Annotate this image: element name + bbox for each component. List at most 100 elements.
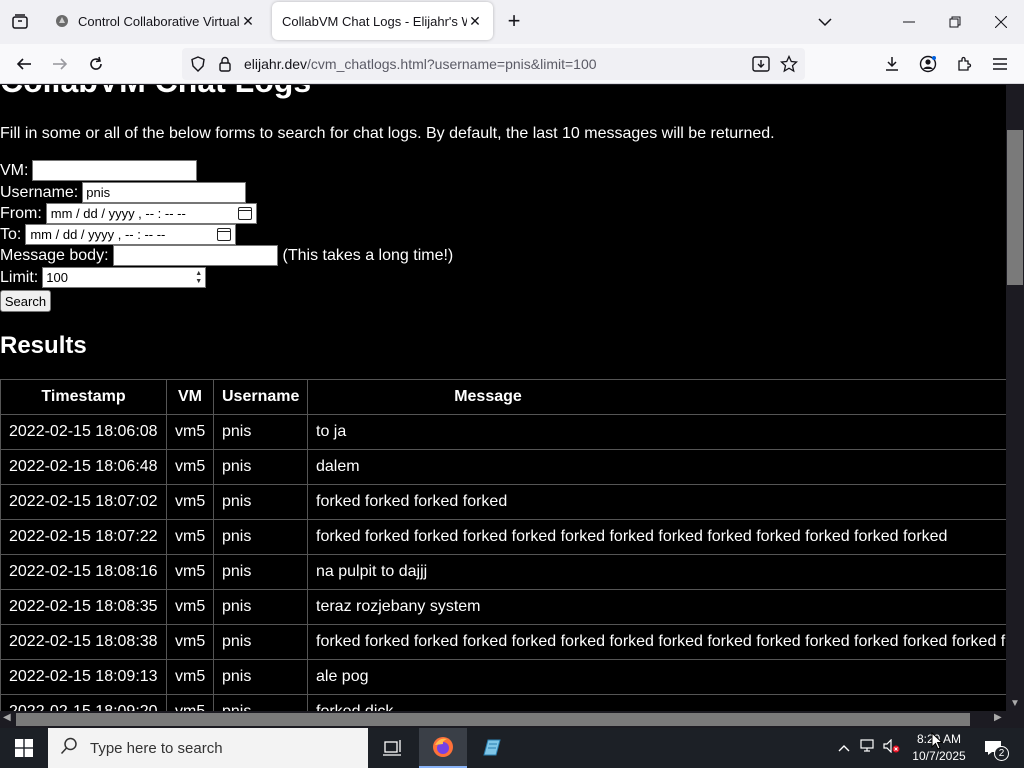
cell-vm: vm5 [166,414,214,450]
cell-vm: vm5 [166,694,214,711]
table-row: 2022-02-15 18:08:38 vm5 pnis forked forked … [0,624,1006,660]
cell-username: pnis [213,554,308,590]
message-body-input[interactable] [112,245,278,266]
maximize-icon[interactable] [940,8,970,36]
collabvm-favicon-icon [54,13,70,29]
header-message: Message [307,379,1006,415]
intro-text: Fill in some or all of the below forms t… [0,125,775,142]
cell-vm: vm5 [166,484,214,520]
vertical-scroll-thumb[interactable] [1007,130,1023,285]
table-row: 2022-02-15 18:06:08 vm5 pnis to ja [0,414,1006,450]
cell-username: pnis [213,589,308,625]
from-row: From: mm / dd / yyyy , -- : -- -- [0,203,257,224]
cell-message: forked dick [307,694,1006,711]
back-arrow-icon[interactable] [12,52,36,76]
system-tray [832,728,904,768]
action-center-icon[interactable]: 2 [978,734,1009,762]
limit-row: Limit: 100 ▲ ▼ [0,267,207,288]
cell-username: pnis [213,519,308,555]
firefox-taskbar-icon[interactable] [419,728,467,768]
url-bar[interactable]: elijahr.dev/cvm_chatlogs.html?username=p… [182,48,805,80]
bookmark-star-icon[interactable] [779,54,799,78]
show-hidden-icons-chevron-icon[interactable] [832,739,856,757]
close-tab-icon[interactable]: ✕ [467,13,483,30]
cell-timestamp: 2022-02-15 18:06:48 [0,449,167,485]
message-body-label: Message body: [0,246,109,264]
cell-username: pnis [213,449,308,485]
message-note: (This takes a long time!) [282,246,454,264]
shield-icon[interactable] [190,56,206,77]
cell-username: pnis [213,414,308,450]
menu-hamburger-icon[interactable] [988,52,1012,76]
new-tab-icon[interactable]: + [502,10,526,34]
header-vm: VM [166,379,214,415]
page-title: CollabVM Chat Logs [0,85,311,100]
network-icon[interactable] [856,738,880,758]
spinner-arrows-icon[interactable]: ▲ ▼ [195,270,202,286]
cell-vm: vm5 [166,624,214,660]
tab-strip: Control Collaborative Virtual Machines ✕… [0,0,1024,44]
table-row: 2022-02-15 18:08:35 vm5 pnis teraz rozjeban… [0,589,1006,625]
account-icon[interactable] [916,52,940,76]
tab-collabvm[interactable]: Control Collaborative Virtual Machines ✕ [44,2,266,40]
reload-icon[interactable] [84,52,108,76]
close-window-icon[interactable] [986,8,1016,36]
cell-message: forked forked forked forked forked forke… [307,624,1006,660]
cell-timestamp: 2022-02-15 18:07:22 [0,519,167,555]
from-label: From: [0,204,42,222]
results-heading: Results [0,332,87,359]
vertical-scrollbar[interactable]: ▼ [1006,85,1024,711]
tab-chatlogs[interactable]: CollabVM Chat Logs - Elijahr's Website ✕ [272,2,493,40]
horizontal-scrollbar[interactable]: ◀ ▶ [0,711,1024,728]
results-table: Timestamp VM Username Message 2022-02-15… [0,379,1006,711]
table-row: 2022-02-15 18:06:48 vm5 pnis dalem [0,449,1006,485]
close-tab-icon[interactable]: ✕ [240,13,256,30]
tab-title: CollabVM Chat Logs - Elijahr's Website [282,13,467,29]
to-datetime-input[interactable]: mm / dd / yyyy , -- : -- -- [25,224,237,245]
forward-arrow-icon[interactable] [48,52,72,76]
calendar-icon[interactable] [217,228,232,241]
horizontal-scroll-thumb[interactable] [16,713,970,726]
cell-vm: vm5 [166,519,214,555]
table-row: 2022-02-15 18:09:20vm5pnisforked dick [0,694,1006,711]
vm-input[interactable] [32,160,198,181]
cell-message: forked forked forked forked [307,484,1006,520]
table-row: 2022-02-15 18:07:02 vm5 pnis forked forked … [0,484,1006,520]
calendar-icon[interactable] [237,207,252,220]
extensions-icon[interactable] [952,52,976,76]
tab-list-icon[interactable] [8,10,32,34]
taskbar-search-placeholder: Type here to search [90,739,223,757]
cell-vm: vm5 [166,659,214,695]
taskbar-search-box[interactable]: Type here to search [48,728,368,768]
downloads-icon[interactable] [880,52,904,76]
notepad-taskbar-icon[interactable] [467,728,515,768]
notification-count-badge: 2 [994,746,1009,761]
cell-message: ale pog [307,659,1006,695]
cell-vm: vm5 [166,449,214,485]
cell-username: pnis [213,624,308,660]
cell-username: pnis [213,484,308,520]
url-path: /cvm_chatlogs.html?username=pnis&limit=1… [307,56,597,72]
url-domain: elijahr.dev [244,56,308,72]
url-text[interactable]: elijahr.dev/cvm_chatlogs.html?username=p… [244,56,597,72]
username-input[interactable]: pnis [82,182,247,203]
username-row: Username: pnis [0,182,247,203]
volume-muted-icon[interactable] [880,738,904,758]
message-row: Message body: (This takes a long time!) [0,245,453,266]
task-view-icon[interactable] [368,728,416,768]
scroll-down-arrow-icon[interactable]: ▼ [1006,698,1024,709]
cell-timestamp: 2022-02-15 18:08:16 [0,554,167,590]
lock-icon[interactable] [218,56,232,77]
to-label: To: [0,225,22,243]
vm-label: VM: [0,161,29,179]
datetime-placeholder: mm / dd / yyyy , -- : -- -- [30,227,166,242]
search-button[interactable]: Search [0,290,51,312]
minimize-icon[interactable] [894,8,924,36]
list-all-tabs-icon[interactable] [810,8,840,36]
scroll-left-arrow-icon[interactable]: ◀ [3,712,11,723]
reader-save-icon[interactable] [752,56,770,77]
windows-start-icon[interactable] [0,728,48,768]
scroll-right-arrow-icon[interactable]: ▶ [994,712,1002,723]
from-datetime-input[interactable]: mm / dd / yyyy , -- : -- -- [45,203,257,224]
limit-input[interactable]: 100 ▲ ▼ [42,267,207,288]
